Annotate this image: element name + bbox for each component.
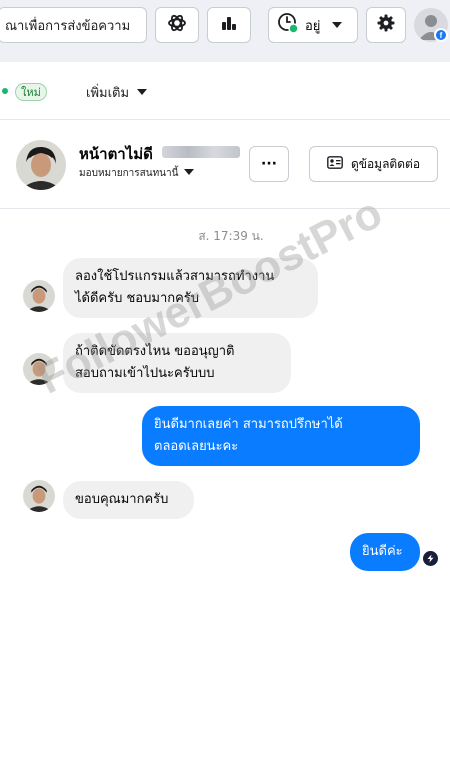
bar-chart-icon [220,14,238,36]
more-tab-label: เพิ่มเติม [86,85,130,101]
status-label: อยู่ [305,18,321,34]
meta-ai-icon [167,13,187,37]
caret-down-icon [184,168,195,179]
sender-avatar [23,280,55,312]
incoming-message: ลองใช้โปรแกรมแล้วสามารถทำงาน ได้ดีครับ ช… [63,258,318,318]
outgoing-message: ยินดีค่ะ [350,533,420,571]
incoming-message: ถ้าติดขัดตรงไหน ขออนุญาติ สอบถามเข้าไปนะ… [63,333,291,393]
caret-down-icon [137,85,148,100]
contact-name: หน้าตาไม่ดี [79,145,153,163]
message-line: ตลอดเลยนะคะ [154,439,239,454]
message-timestamp: ส. 17:39 น. [198,229,264,243]
online-dot-icon [2,88,8,94]
message-line: ถ้าติดขัดตรงไหน ขออนุญาติ [75,344,235,359]
view-contact-button[interactable]: ดูข้อมูลติดต่อ [309,146,438,182]
search-field[interactable]: ณาเพื่อการส่งข้อความ [0,7,147,43]
contact-card-icon [327,156,343,172]
message-line: ยินดีค่ะ [362,544,403,559]
message-line: ลองใช้โปรแกรมแล้วสามารถทำงาน [75,269,275,284]
more-options-button[interactable]: ··· [249,146,289,182]
search-field-text: ณาเพื่อการส่งข้อความ [5,18,131,34]
message-line: สอบถามเข้าไปนะครับบบ [75,366,215,381]
clock-status-icon [277,12,299,38]
sent-status-icon [423,551,438,566]
conversation-header: หน้าตาไม่ดี มอบหมายการสนทนานี้ ··· ดูข้อ… [0,120,450,209]
sender-avatar [23,480,55,512]
more-tab[interactable]: เพิ่มเติม [86,80,148,104]
contact-avatar[interactable] [16,140,66,190]
availability-status-button[interactable]: อยู่ [268,7,358,43]
outgoing-message: ยินดีมากเลยค่า สามารถปรึกษาได้ ตลอดเลยนะ… [142,406,420,466]
settings-button[interactable] [366,7,406,43]
view-contact-label: ดูข้อมูลติดต่อ [350,156,421,171]
caret-down-icon [332,18,343,33]
new-badge: ใหม่ [15,83,47,101]
message-line: ยินดีมากเลยค่า สามารถปรึกษาได้ [154,417,343,432]
message-line: ได้ดีครับ ชอบมากครับ [75,291,200,306]
tabs-row: ใหม่ เพิ่มเติม [0,62,450,120]
sender-avatar [23,353,55,385]
insights-button[interactable] [207,7,251,43]
gear-icon [377,14,395,36]
incoming-message: ขอบคุณมากครับ [63,481,194,519]
facebook-badge-icon: f [434,28,448,42]
assign-conversation-dropdown[interactable]: มอบหมายการสนทนานี้ [79,166,195,181]
redacted-name [162,146,240,158]
more-options-label: ··· [261,156,277,172]
message-line: ขอบคุณมากครับ [75,492,169,507]
top-toolbar: ณาเพื่อการส่งข้อความ อยู่ f [0,0,450,62]
assign-label: มอบหมายการสนทนานี้ [79,168,179,179]
meta-ai-button[interactable] [155,7,199,43]
